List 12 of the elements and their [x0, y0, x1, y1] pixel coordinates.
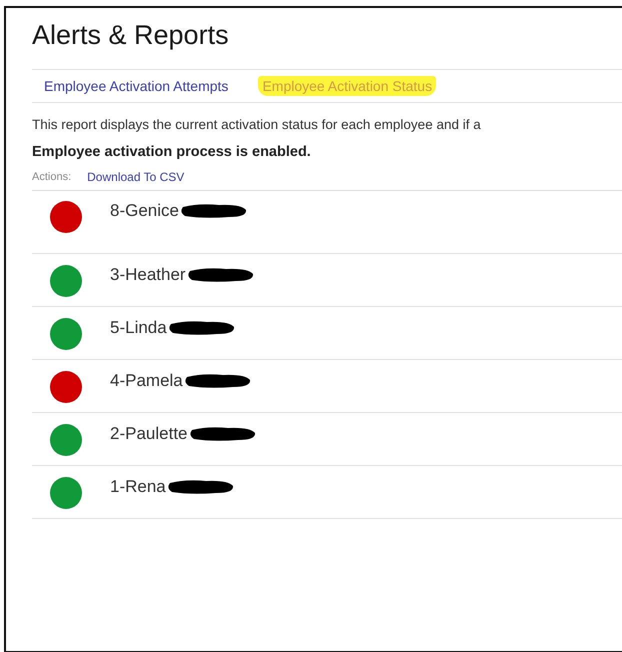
- report-tab[interactable]: Employee Activation Attempts: [40, 76, 232, 96]
- employee-name: 3-Heather: [110, 265, 186, 285]
- download-link[interactable]: Download To CSV: [87, 170, 184, 184]
- actions-label: Actions:: [32, 171, 72, 183]
- employee-name: 4-Pamela: [110, 371, 183, 391]
- employee-name: 5-Linda: [110, 318, 167, 338]
- employee-name: 8-Genice: [110, 201, 179, 221]
- process-status-text: Employee activation process is enabled.: [32, 144, 312, 160]
- employee-name: 1-Rena: [110, 477, 166, 497]
- report-description: This report displays the current activation status for each employee and if a: [32, 117, 482, 132]
- page-title: Alerts & Reports: [32, 20, 229, 51]
- employee-name: 2-Paulette: [110, 424, 188, 444]
